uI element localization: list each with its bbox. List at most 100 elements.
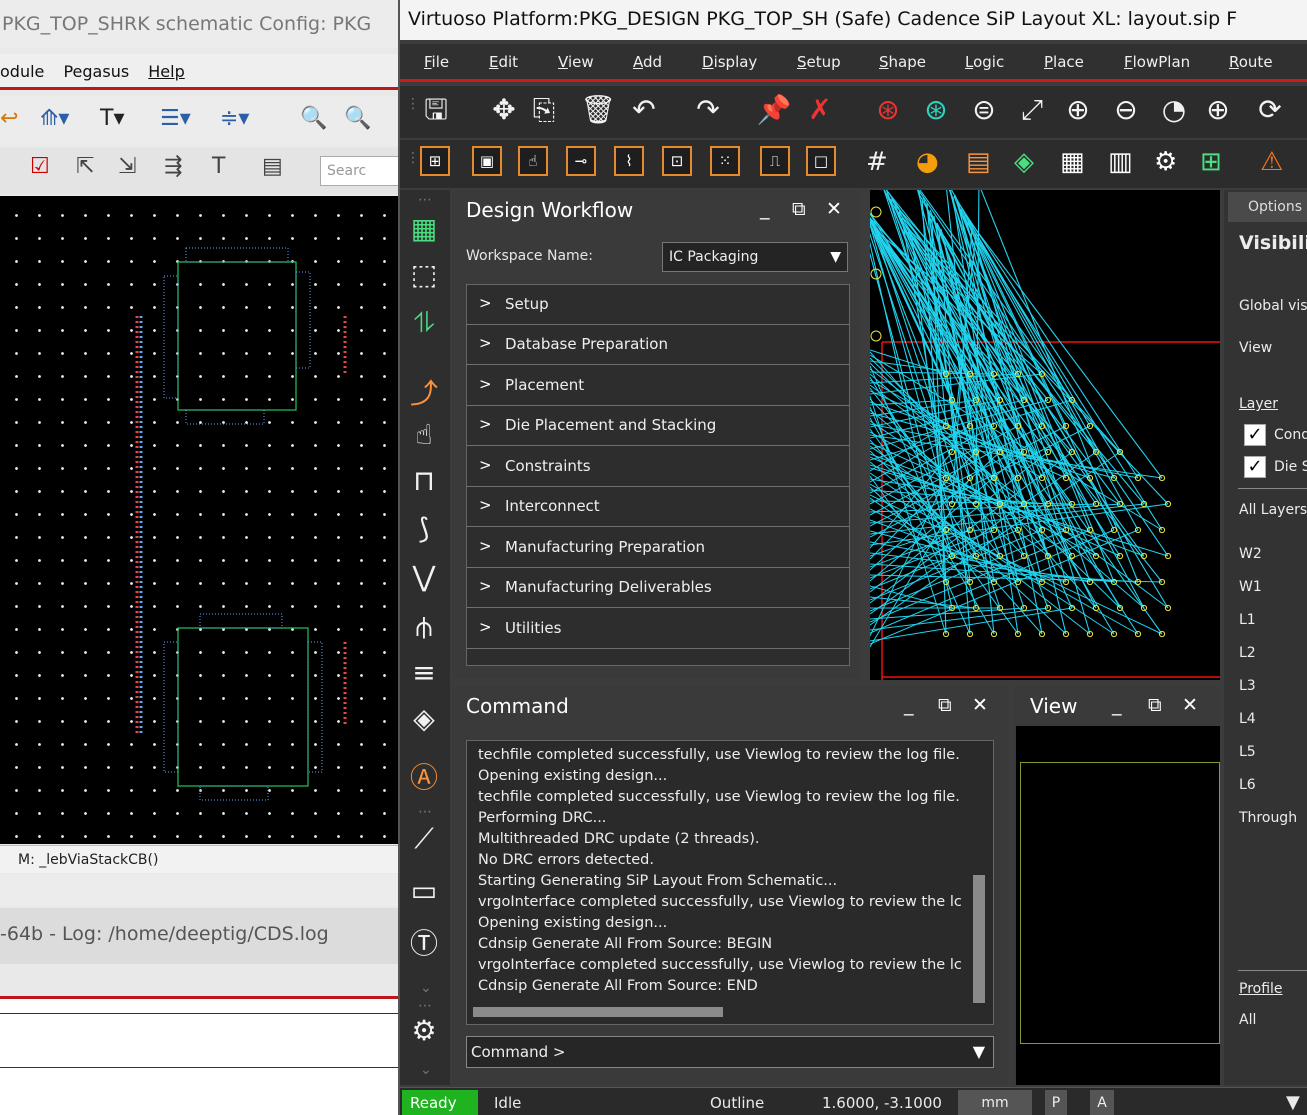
color-icon[interactable]: ◕	[916, 144, 939, 180]
menu-edit[interactable]: Edit	[489, 53, 518, 71]
menu-logic[interactable]: Logic	[965, 53, 1004, 71]
property-icon[interactable]: ▤	[262, 154, 283, 179]
manufacture-icon[interactable]: ⚙	[406, 1014, 442, 1047]
visibility-icon[interactable]: ◈	[1014, 144, 1034, 180]
chevron-down-icon[interactable]: ⌄	[420, 980, 432, 996]
workflow-item-utilities[interactable]: > Utilities	[467, 609, 849, 649]
label-icon[interactable]: ⟰▾	[40, 106, 69, 131]
minimize-icon[interactable]: _	[904, 694, 914, 716]
workflow-item-interconnect[interactable]: > Interconnect	[467, 487, 849, 527]
board-icon[interactable]: ⊞	[1200, 144, 1222, 180]
tuning-icon[interactable]: ⊓	[406, 464, 442, 497]
interactive-icon[interactable]: ☝	[406, 418, 442, 451]
toolbar-grip-icon[interactable]: ⋮	[406, 150, 420, 166]
layer-w2[interactable]: W2	[1239, 546, 1262, 562]
drc-icon[interactable]: ⚠	[1260, 144, 1283, 180]
connect-icon[interactable]: ⤴	[406, 372, 442, 412]
workflow-item-placement[interactable]: > Placement	[467, 366, 849, 406]
select-text-icon[interactable]: T	[212, 154, 225, 179]
redo-icon[interactable]: ↷	[690, 90, 726, 130]
flip-icon[interactable]: ⥮	[406, 306, 442, 340]
menu-module[interactable]: odule	[0, 62, 44, 81]
close-icon[interactable]: ✕	[1182, 694, 1198, 716]
layer-l5[interactable]: L5	[1239, 744, 1256, 760]
signal-icon[interactable]: ⎍	[760, 146, 790, 176]
toolbar-grip-icon[interactable]: ⋯	[418, 192, 432, 208]
save-icon[interactable]: 🖫	[418, 90, 454, 130]
command-log[interactable]: techfile completed successfully, use Vie…	[466, 740, 994, 1025]
schematic-search-input[interactable]: Searc	[320, 156, 400, 186]
close-icon[interactable]: ✕	[972, 694, 988, 716]
menu-setup[interactable]: Setup	[797, 53, 841, 71]
select-nets-icon[interactable]: ⇶	[164, 154, 182, 179]
float-icon[interactable]: ⧉	[792, 198, 806, 220]
add-text-icon[interactable]: Ⓣ	[406, 922, 442, 962]
layer-l1[interactable]: L1	[1239, 612, 1256, 628]
redraw-icon[interactable]: ⟳	[1252, 90, 1288, 130]
workflow-item-manufacturing-preparation[interactable]: > Manufacturing Preparation	[467, 528, 849, 568]
die-icon[interactable]: ▣	[472, 146, 502, 176]
workflow-item-manufacturing-deliverables[interactable]: > Manufacturing Deliverables	[467, 568, 849, 608]
command-input[interactable]: Command > ▼	[466, 1036, 994, 1068]
bga-icon[interactable]: ⁙	[710, 146, 740, 176]
chevron-down-icon[interactable]: ▼	[973, 1037, 985, 1067]
select-pins-icon[interactable]: ⇱	[76, 154, 94, 179]
p-button[interactable]: P	[1045, 1090, 1067, 1115]
board-wizard-icon[interactable]: ▦	[406, 212, 442, 245]
select-mode-icon[interactable]: ☑	[30, 154, 50, 179]
distribute-icon[interactable]: ≑▾	[220, 106, 249, 131]
select-wires-icon[interactable]: ⇲	[118, 154, 136, 179]
move-icon[interactable]: ✥	[486, 90, 522, 130]
float-icon[interactable]: ⧉	[938, 694, 952, 716]
spread-icon[interactable]: ≡	[406, 656, 442, 689]
align-icon[interactable]: ☰▾	[160, 106, 191, 131]
command-log-horizontal-scrollbar[interactable]	[473, 1007, 723, 1017]
fix-icon[interactable]: 📌	[756, 90, 792, 130]
zoom-previous-icon[interactable]: ◔	[1156, 90, 1192, 130]
menu-display[interactable]: Display	[702, 53, 757, 71]
copy-icon[interactable]: ⎘	[526, 90, 562, 130]
toolbar-grip-icon[interactable]: ⋯	[418, 998, 432, 1014]
zoom-center-icon[interactable]: ⊕	[1200, 90, 1236, 130]
zoom-fit-icon[interactable]: ⤢	[1014, 90, 1050, 130]
delete-icon[interactable]: 🗑	[580, 90, 616, 130]
menu-shape[interactable]: Shape	[879, 53, 926, 71]
menu-file[interactable]: File	[424, 53, 449, 71]
workflow-item-database-preparation[interactable]: > Database Preparation	[467, 325, 849, 365]
units-selector[interactable]: mm	[958, 1090, 1032, 1115]
die-stack-checkbox[interactable]: ✓	[1244, 456, 1266, 478]
toolbar-grip-icon[interactable]: ⋯	[418, 804, 432, 820]
filter-icon[interactable]: ▼	[1286, 1090, 1300, 1115]
menu-view[interactable]: View	[558, 53, 594, 71]
text-icon[interactable]: T▾	[100, 106, 124, 131]
zoom-window-icon[interactable]: ⊜	[966, 90, 1002, 130]
zoom-out-icon[interactable]: 🔍	[344, 106, 371, 131]
outline-icon[interactable]: □	[806, 146, 836, 176]
layer-l4[interactable]: L4	[1239, 711, 1256, 727]
layout-canvas[interactable]	[870, 190, 1220, 680]
fanout-v-icon[interactable]: ⋁	[406, 560, 442, 593]
menu-pegasus[interactable]: Pegasus	[63, 62, 129, 81]
options-tab[interactable]: Options	[1228, 192, 1307, 222]
conductor-checkbox[interactable]: ✓	[1244, 424, 1266, 446]
layer-through[interactable]: Through	[1239, 810, 1297, 826]
layer-stack-icon[interactable]: ▤	[966, 144, 991, 180]
wire-icon[interactable]: ↩	[0, 106, 18, 131]
minimize-icon[interactable]: _	[760, 198, 770, 220]
pin-select-icon[interactable]: ☝	[518, 146, 548, 176]
undo-icon[interactable]: ↶	[626, 90, 662, 130]
add-shape-icon[interactable]: ▭	[406, 874, 442, 907]
route-icon[interactable]: ⌇	[614, 146, 644, 176]
workflow-item-die-placement[interactable]: > Die Placement and Stacking	[467, 406, 849, 446]
chevron-down-icon[interactable]: ⌄	[420, 1062, 432, 1078]
menu-flowplan[interactable]: FlowPlan	[1124, 53, 1190, 71]
fanout-icon[interactable]: ⊡	[662, 146, 692, 176]
layers-icon[interactable]: ◈	[406, 702, 442, 735]
add-line-icon[interactable]: ⟋	[406, 822, 442, 856]
float-icon[interactable]: ⧉	[1148, 694, 1162, 716]
zoom-in-icon[interactable]: ⊕	[1060, 90, 1096, 130]
zoom-out-icon[interactable]: ⊖	[1108, 90, 1144, 130]
profile-value[interactable]: All	[1239, 1012, 1256, 1028]
breakout-icon[interactable]: ⫛	[406, 610, 442, 644]
grid-icon[interactable]: #	[866, 144, 888, 180]
